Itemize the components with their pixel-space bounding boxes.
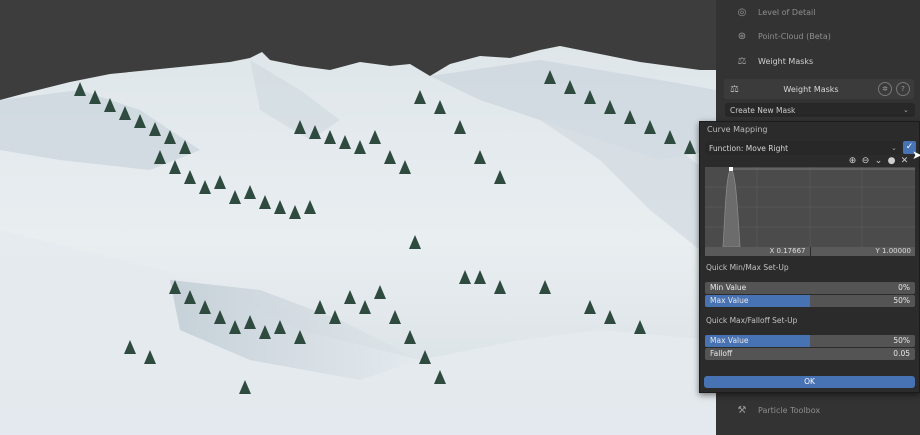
sidebar-item-level-of-detail[interactable]: ◎ Level of Detail	[716, 1, 920, 23]
point-icon[interactable]: ●	[886, 156, 897, 167]
sidebar-item-point-cloud[interactable]: ⊛ Point-Cloud (Beta)	[716, 25, 920, 47]
weight-masks-panel-header[interactable]: ⚖ Weight Masks ✲ ?	[724, 79, 914, 99]
particle-toolbox-icon: ⚒	[737, 404, 747, 416]
chevron-down-icon: ⌄	[903, 106, 909, 114]
sidebar-item-label: Point-Cloud (Beta)	[758, 31, 831, 41]
curve-graph	[705, 167, 915, 247]
mountain-terrain-render	[0, 0, 716, 435]
sidebar-item-label: Weight Masks	[758, 56, 814, 66]
zoom-out-icon[interactable]: ⊖	[860, 156, 871, 167]
slider-value: 0.05	[893, 349, 910, 358]
panel-title: Weight Masks	[783, 84, 839, 94]
slider-label: Max Value	[710, 336, 749, 345]
weight-masks-icon: ⚖	[730, 83, 739, 95]
settings-icon[interactable]: ✲	[878, 82, 892, 96]
min-value-slider[interactable]: Min Value 0%	[705, 282, 915, 294]
slider-value: 50%	[893, 336, 910, 345]
slider-value: 0%	[898, 283, 910, 292]
y-coordinate-field[interactable]: Y 1.00000	[810, 247, 915, 256]
sidebar-item-particle-toolbox[interactable]: ⚒ Particle Toolbox	[716, 399, 920, 421]
sidebar-item-weight-masks[interactable]: ⚖ Weight Masks	[716, 50, 920, 72]
section-title-max-falloff: Quick Max/Falloff Set-Up	[706, 316, 798, 325]
mouse-cursor-icon: ➤	[912, 148, 920, 162]
curve-coordinates: X 0.17667 Y 1.00000	[705, 247, 915, 256]
sidebar-item-label: Level of Detail	[758, 7, 816, 17]
slider-label: Max Value	[710, 296, 749, 305]
slider-label: Falloff	[710, 349, 733, 358]
dropdown-label: Create New Mask	[730, 105, 796, 115]
slider-value: 50%	[893, 296, 910, 305]
lod-icon: ◎	[737, 6, 747, 18]
curve-toolbar: ⊕ ⊖ ⌄ ● ✕	[847, 156, 910, 167]
curve-mapping-popup: Curve Mapping Function: Move Right ⌄ ✓ ➤…	[699, 121, 920, 393]
create-new-mask-dropdown[interactable]: Create New Mask ⌄	[725, 103, 915, 117]
curve-control-point[interactable]	[729, 167, 733, 171]
function-dropdown[interactable]: Function: Move Right ⌄	[705, 141, 901, 155]
falloff-slider[interactable]: Falloff 0.05	[705, 348, 915, 360]
chevron-down-icon: ⌄	[891, 144, 897, 152]
popup-title: Curve Mapping	[707, 125, 768, 134]
falloff-max-value-slider[interactable]: Max Value 50%	[705, 335, 915, 347]
zoom-in-icon[interactable]: ⊕	[847, 156, 858, 167]
sidebar-item-label: Particle Toolbox	[758, 405, 821, 415]
chevron-down-icon[interactable]: ⌄	[873, 156, 884, 167]
weight-masks-icon: ⚖	[737, 55, 747, 67]
max-value-slider[interactable]: Max Value 50%	[705, 295, 915, 307]
3d-viewport[interactable]	[0, 0, 716, 435]
function-dropdown-label: Function: Move Right	[709, 143, 789, 153]
point-cloud-icon: ⊛	[737, 30, 747, 42]
help-icon[interactable]: ?	[896, 82, 910, 96]
x-coordinate-field[interactable]: X 0.17667	[705, 247, 810, 256]
ok-button[interactable]: OK	[704, 376, 915, 388]
slider-label: Min Value	[710, 283, 747, 292]
section-title-min-max: Quick Min/Max Set-Up	[706, 263, 789, 272]
curve-editor[interactable]	[705, 167, 915, 247]
close-icon[interactable]: ✕	[899, 156, 910, 167]
